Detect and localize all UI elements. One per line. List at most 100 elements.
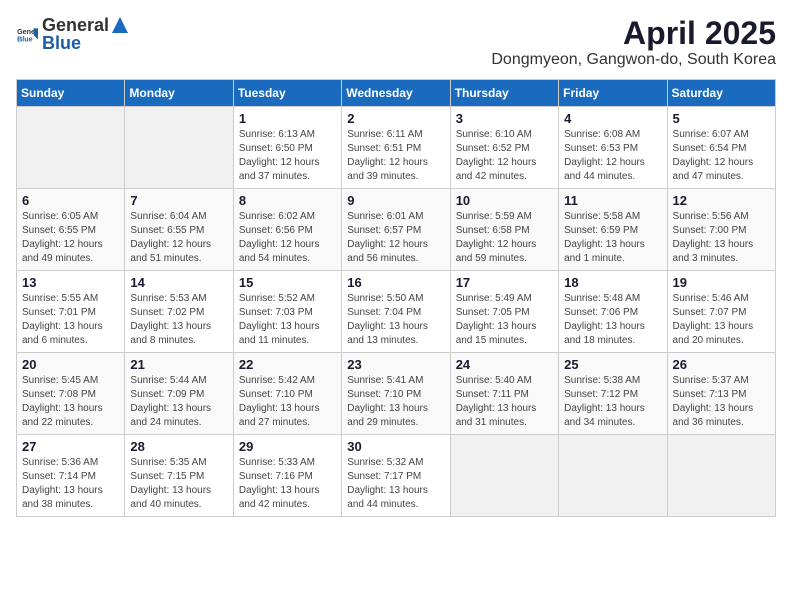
day-header-tuesday: Tuesday xyxy=(233,80,341,107)
day-number: 17 xyxy=(456,275,553,290)
calendar-title: April 2025 xyxy=(491,16,776,51)
day-info: Sunrise: 6:01 AM Sunset: 6:57 PM Dayligh… xyxy=(347,210,444,266)
day-number: 19 xyxy=(673,275,770,290)
day-info: Sunrise: 5:53 AM Sunset: 7:02 PM Dayligh… xyxy=(130,292,227,348)
calendar-cell: 10Sunrise: 5:59 AM Sunset: 6:58 PM Dayli… xyxy=(450,189,558,271)
calendar-cell: 27 Sunrise: 5:36 AM Sunset: 7:14 PM Dayli… xyxy=(17,435,125,517)
day-number: 21 xyxy=(130,357,227,372)
day-number: 2 xyxy=(347,111,444,126)
day-number: 11 xyxy=(564,193,661,208)
title-area: April 2025 Dongmyeon, Gangwon-do, South … xyxy=(491,16,776,69)
day-header-thursday: Thursday xyxy=(450,80,558,107)
day-number: 25 xyxy=(564,357,661,372)
day-info: Sunrise: 5:42 AM Sunset: 7:10 PM Dayligh… xyxy=(239,374,336,430)
day-number: 1 xyxy=(239,111,336,126)
day-number: 29 xyxy=(239,439,336,454)
calendar-header-row: SundayMondayTuesdayWednesdayThursdayFrid… xyxy=(17,80,776,107)
calendar-cell xyxy=(125,107,233,189)
calendar-week-row: 6Sunrise: 6:05 AM Sunset: 6:55 PM Daylig… xyxy=(17,189,776,271)
day-header-sunday: Sunday xyxy=(17,80,125,107)
day-number: 5 xyxy=(673,111,770,126)
day-number: 27 xyxy=(22,439,119,454)
calendar-subtitle: Dongmyeon, Gangwon-do, South Korea xyxy=(491,51,776,69)
calendar-cell xyxy=(559,435,667,517)
day-info: Sunrise: 6:13 AM Sunset: 6:50 PM Dayligh… xyxy=(239,128,336,184)
logo-blue-text: Blue xyxy=(42,33,81,53)
calendar-cell: 30Sunrise: 5:32 AM Sunset: 7:17 PM Dayli… xyxy=(342,435,450,517)
day-info: Sunrise: 6:07 AM Sunset: 6:54 PM Dayligh… xyxy=(673,128,770,184)
calendar-cell: 6Sunrise: 6:05 AM Sunset: 6:55 PM Daylig… xyxy=(17,189,125,271)
calendar-cell: 8Sunrise: 6:02 AM Sunset: 6:56 PM Daylig… xyxy=(233,189,341,271)
calendar-cell: 3Sunrise: 6:10 AM Sunset: 6:52 PM Daylig… xyxy=(450,107,558,189)
day-info: Sunrise: 5:38 AM Sunset: 7:12 PM Dayligh… xyxy=(564,374,661,430)
logo-icon: General Blue xyxy=(16,24,38,46)
logo: General Blue General Blue xyxy=(16,16,129,54)
day-info: Sunrise: 5:59 AM Sunset: 6:58 PM Dayligh… xyxy=(456,210,553,266)
calendar-cell: 12 Sunrise: 5:56 AM Sunset: 7:00 PM Dayli… xyxy=(667,189,775,271)
day-info: Sunrise: 6:08 AM Sunset: 6:53 PM Dayligh… xyxy=(564,128,661,184)
day-number: 9 xyxy=(347,193,444,208)
day-header-saturday: Saturday xyxy=(667,80,775,107)
calendar-week-row: 27 Sunrise: 5:36 AM Sunset: 7:14 PM Dayli… xyxy=(17,435,776,517)
day-info: Sunrise: 6:11 AM Sunset: 6:51 PM Dayligh… xyxy=(347,128,444,184)
day-number: 7 xyxy=(130,193,227,208)
day-info: Sunrise: 6:05 AM Sunset: 6:55 PM Dayligh… xyxy=(22,210,119,266)
day-number: 15 xyxy=(239,275,336,290)
calendar-week-row: 1 Sunrise: 6:13 AM Sunset: 6:50 PM Daylig… xyxy=(17,107,776,189)
calendar-cell: 28 Sunrise: 5:35 AM Sunset: 7:15 PM Dayli… xyxy=(125,435,233,517)
calendar-cell: 13 Sunrise: 5:55 AM Sunset: 7:01 PM Dayli… xyxy=(17,271,125,353)
calendar-cell xyxy=(667,435,775,517)
calendar-cell: 5 Sunrise: 6:07 AM Sunset: 6:54 PM Daylig… xyxy=(667,107,775,189)
day-number: 22 xyxy=(239,357,336,372)
day-number: 12 xyxy=(673,193,770,208)
calendar-cell: 26Sunrise: 5:37 AM Sunset: 7:13 PM Dayli… xyxy=(667,353,775,435)
calendar-cell: 24 Sunrise: 5:40 AM Sunset: 7:11 PM Dayli… xyxy=(450,353,558,435)
calendar-cell: 25 Sunrise: 5:38 AM Sunset: 7:12 PM Dayli… xyxy=(559,353,667,435)
day-info: Sunrise: 5:56 AM Sunset: 7:00 PM Dayligh… xyxy=(673,210,770,266)
day-info: Sunrise: 5:36 AM Sunset: 7:14 PM Dayligh… xyxy=(22,456,119,512)
calendar-cell xyxy=(450,435,558,517)
day-info: Sunrise: 5:50 AM Sunset: 7:04 PM Dayligh… xyxy=(347,292,444,348)
calendar-cell: 9 Sunrise: 6:01 AM Sunset: 6:57 PM Daylig… xyxy=(342,189,450,271)
day-number: 30 xyxy=(347,439,444,454)
day-number: 18 xyxy=(564,275,661,290)
day-header-friday: Friday xyxy=(559,80,667,107)
day-info: Sunrise: 5:40 AM Sunset: 7:11 PM Dayligh… xyxy=(456,374,553,430)
day-info: Sunrise: 5:35 AM Sunset: 7:15 PM Dayligh… xyxy=(130,456,227,512)
day-info: Sunrise: 5:55 AM Sunset: 7:01 PM Dayligh… xyxy=(22,292,119,348)
calendar-cell: 21 Sunrise: 5:44 AM Sunset: 7:09 PM Dayli… xyxy=(125,353,233,435)
day-info: Sunrise: 6:10 AM Sunset: 6:52 PM Dayligh… xyxy=(456,128,553,184)
day-info: Sunrise: 6:04 AM Sunset: 6:55 PM Dayligh… xyxy=(130,210,227,266)
calendar-cell: 16Sunrise: 5:50 AM Sunset: 7:04 PM Dayli… xyxy=(342,271,450,353)
calendar-cell: 22 Sunrise: 5:42 AM Sunset: 7:10 PM Dayli… xyxy=(233,353,341,435)
calendar-cell: 15 Sunrise: 5:52 AM Sunset: 7:03 PM Dayli… xyxy=(233,271,341,353)
day-info: Sunrise: 5:46 AM Sunset: 7:07 PM Dayligh… xyxy=(673,292,770,348)
day-number: 28 xyxy=(130,439,227,454)
calendar-week-row: 20Sunrise: 5:45 AM Sunset: 7:08 PM Dayli… xyxy=(17,353,776,435)
day-number: 23 xyxy=(347,357,444,372)
day-number: 4 xyxy=(564,111,661,126)
day-number: 8 xyxy=(239,193,336,208)
calendar-cell: 14Sunrise: 5:53 AM Sunset: 7:02 PM Dayli… xyxy=(125,271,233,353)
calendar-cell: 2 Sunrise: 6:11 AM Sunset: 6:51 PM Daylig… xyxy=(342,107,450,189)
svg-text:Blue: Blue xyxy=(17,36,33,44)
day-number: 26 xyxy=(673,357,770,372)
logo-general-text: General xyxy=(42,16,109,34)
calendar-cell: 19 Sunrise: 5:46 AM Sunset: 7:07 PM Dayli… xyxy=(667,271,775,353)
calendar-cell: 18 Sunrise: 5:48 AM Sunset: 7:06 PM Dayli… xyxy=(559,271,667,353)
day-number: 24 xyxy=(456,357,553,372)
day-number: 13 xyxy=(22,275,119,290)
day-header-wednesday: Wednesday xyxy=(342,80,450,107)
day-info: Sunrise: 5:33 AM Sunset: 7:16 PM Dayligh… xyxy=(239,456,336,512)
calendar-week-row: 13 Sunrise: 5:55 AM Sunset: 7:01 PM Dayli… xyxy=(17,271,776,353)
calendar-cell: 17 Sunrise: 5:49 AM Sunset: 7:05 PM Dayli… xyxy=(450,271,558,353)
day-header-monday: Monday xyxy=(125,80,233,107)
calendar-cell xyxy=(17,107,125,189)
day-info: Sunrise: 5:48 AM Sunset: 7:06 PM Dayligh… xyxy=(564,292,661,348)
calendar-cell: 20Sunrise: 5:45 AM Sunset: 7:08 PM Dayli… xyxy=(17,353,125,435)
calendar-cell: 11Sunrise: 5:58 AM Sunset: 6:59 PM Dayli… xyxy=(559,189,667,271)
day-info: Sunrise: 5:52 AM Sunset: 7:03 PM Dayligh… xyxy=(239,292,336,348)
day-info: Sunrise: 5:44 AM Sunset: 7:09 PM Dayligh… xyxy=(130,374,227,430)
day-info: Sunrise: 5:49 AM Sunset: 7:05 PM Dayligh… xyxy=(456,292,553,348)
header: General Blue General Blue April 2025 Don… xyxy=(16,16,776,69)
